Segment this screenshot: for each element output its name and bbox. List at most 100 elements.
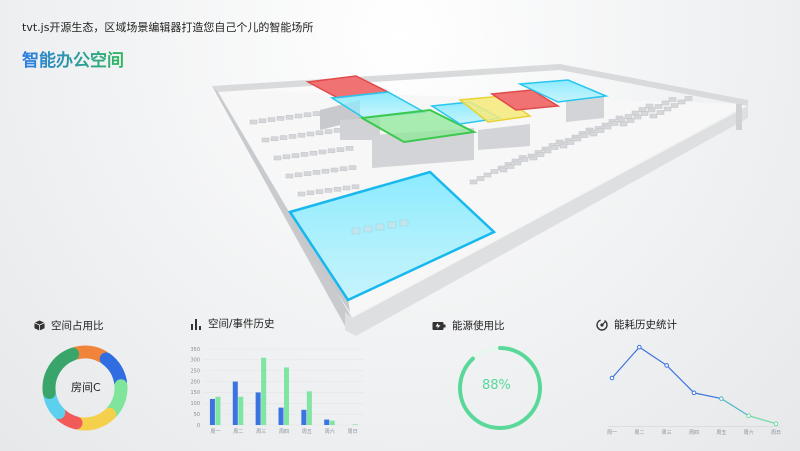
desk	[309, 150, 318, 156]
desk	[654, 104, 663, 109]
donut-segment	[73, 407, 117, 431]
data-point	[664, 363, 669, 368]
desk	[261, 137, 270, 143]
desk	[596, 128, 605, 133]
x-tick-label: 周五	[302, 429, 312, 435]
desk	[270, 136, 279, 142]
x-tick-label: 周四	[689, 430, 699, 436]
events-panel-title: 空间/事件历史	[190, 316, 275, 331]
desk	[312, 111, 321, 116]
x-tick-label: 周日	[348, 429, 358, 435]
desk	[249, 119, 258, 125]
x-tick-label: 周二	[634, 430, 644, 436]
desk	[677, 99, 686, 105]
desk	[647, 107, 656, 113]
gauge-icon	[596, 318, 608, 331]
data-point	[719, 396, 724, 401]
battery-icon	[432, 321, 446, 330]
x-tick-label: 周二	[233, 429, 243, 435]
y-tick-label: 50	[194, 412, 200, 418]
desk	[670, 103, 679, 108]
desk	[559, 143, 568, 149]
cube-icon	[34, 320, 45, 331]
desk	[324, 129, 333, 134]
desk	[610, 121, 619, 126]
data-point	[609, 375, 615, 381]
bar-chart-icon	[191, 318, 201, 330]
bar	[255, 392, 261, 425]
desk	[490, 169, 499, 174]
energy-title-text: 能源使用比	[452, 320, 505, 332]
desk	[656, 110, 665, 115]
x-tick-label: 周三	[662, 430, 672, 436]
bar	[209, 398, 215, 425]
desk	[321, 168, 330, 174]
desk	[333, 128, 342, 133]
desk	[333, 186, 342, 192]
desk	[294, 113, 303, 119]
desk	[469, 179, 478, 185]
desk	[638, 107, 647, 112]
y-tick-label: 0	[197, 423, 200, 429]
series-line-segment	[748, 415, 777, 425]
series-line-segment	[666, 365, 695, 394]
events-title-text: 空间/事件历史	[208, 318, 275, 330]
desk	[300, 152, 309, 157]
y-tick-label: 100	[190, 401, 200, 407]
desk	[640, 111, 649, 116]
desk	[348, 165, 357, 170]
donut-segment	[99, 352, 128, 389]
x-tick-label: 周四	[279, 429, 289, 435]
bar	[329, 420, 335, 425]
donut-segment	[105, 379, 128, 419]
desk	[276, 116, 285, 121]
energy-percent-text: 88%	[482, 378, 511, 393]
donut-segment	[69, 345, 110, 364]
energy-history-line-chart: 周一 周二 周三 周四 周五 周六 周日	[607, 344, 781, 436]
desk	[543, 148, 552, 154]
desk	[483, 172, 492, 178]
series-line-segment	[721, 398, 749, 417]
desk	[633, 114, 642, 120]
series-line-segment	[638, 346, 668, 366]
desk	[345, 146, 354, 151]
desk	[279, 135, 288, 140]
y-tick-label: 250	[190, 369, 200, 375]
bar	[232, 381, 238, 425]
desk	[330, 167, 339, 173]
desk	[573, 136, 582, 142]
desk	[550, 145, 559, 150]
desk	[315, 189, 324, 194]
y-tick-label: 300	[190, 358, 200, 364]
bar	[215, 396, 221, 425]
y-tick-label: 150	[190, 390, 200, 396]
desk	[645, 103, 654, 109]
energy-history-panel-title: 能耗历史统计	[596, 317, 677, 332]
events-bar-chart: 0 50 100 150 200 250 300 350 周一 周二 周三 周四 周五 周六 周日	[190, 347, 364, 435]
desk	[506, 164, 515, 169]
desk	[589, 131, 598, 137]
bar	[352, 424, 358, 425]
bar	[301, 409, 307, 425]
desk	[619, 121, 628, 127]
x-tick-label: 周五	[716, 430, 726, 436]
y-tick-label: 350	[190, 347, 200, 353]
data-point	[691, 390, 697, 396]
data-point	[773, 421, 779, 427]
series-line-segment	[611, 346, 640, 379]
desk	[267, 117, 276, 122]
desk	[603, 124, 612, 130]
desk	[536, 152, 545, 157]
desk	[288, 134, 297, 139]
desk	[258, 118, 267, 124]
desk	[327, 148, 336, 154]
occupancy-title-text: 空间占用比	[51, 320, 104, 332]
desk	[342, 185, 351, 191]
desk	[499, 167, 508, 173]
desk	[285, 173, 294, 179]
desk	[529, 155, 538, 161]
desk	[626, 118, 635, 123]
donut-segment	[42, 347, 80, 399]
x-tick-label: 周一	[210, 429, 220, 435]
desk	[476, 176, 485, 181]
